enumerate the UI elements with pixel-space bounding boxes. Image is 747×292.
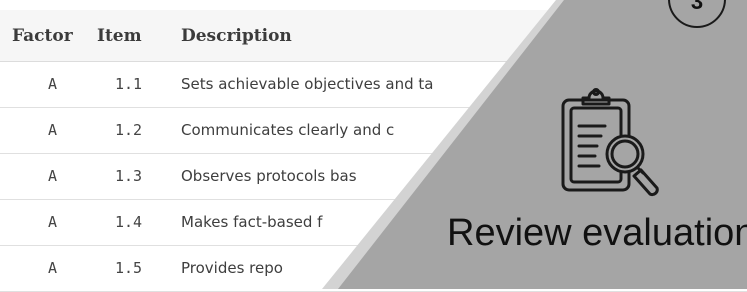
review-evaluation-label: Review evaluation xyxy=(447,212,747,254)
clipboard-magnifier-icon xyxy=(561,88,659,196)
